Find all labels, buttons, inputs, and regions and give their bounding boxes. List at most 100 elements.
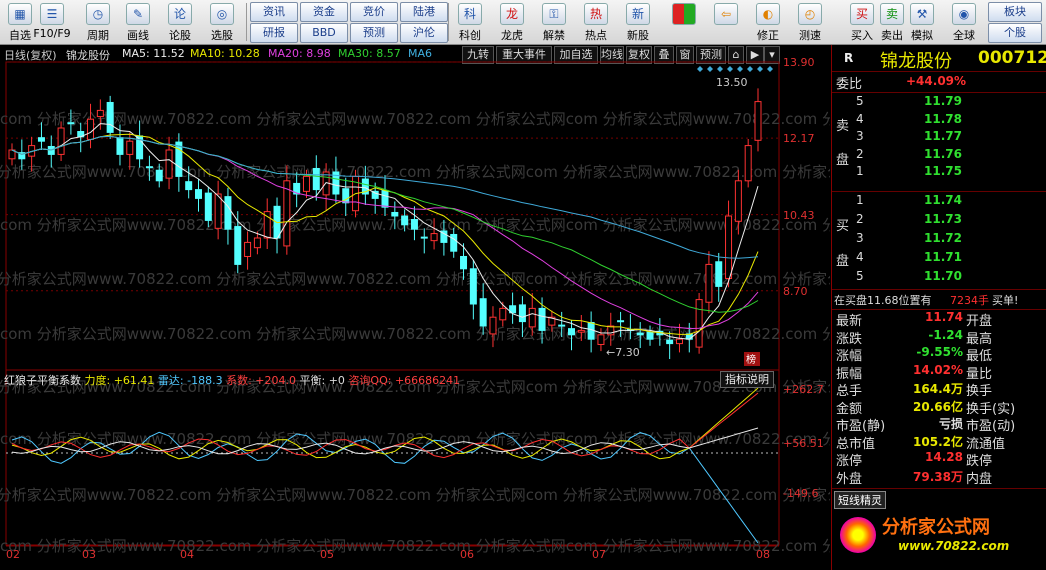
event-marker[interactable] (717, 66, 723, 72)
buy-price[interactable]: 11.71 (924, 250, 962, 264)
stat-label: 市盈(动) (966, 419, 1016, 434)
candle-body (410, 219, 418, 230)
candle-body (381, 189, 389, 208)
buy-price[interactable]: 11.73 (924, 212, 962, 226)
indicator-pane-border (5, 369, 780, 546)
buy-level: 4 (856, 250, 864, 264)
buy-price[interactable]: 11.72 (924, 231, 962, 245)
divider (832, 92, 1046, 93)
stat-label: 换手 (966, 384, 993, 399)
candle-body (244, 241, 252, 257)
candle-body (224, 196, 232, 230)
toolbar-globe-button[interactable]: ◉ 全球 (944, 0, 984, 44)
sell-price[interactable]: 11.75 (924, 164, 962, 178)
candle-body (391, 211, 399, 217)
month-label: 03 (82, 548, 96, 561)
candle-body (126, 140, 134, 155)
stat-label: 开盘 (966, 314, 993, 329)
buy-level: 2 (856, 212, 864, 226)
stat-value: 14.02% (913, 362, 963, 377)
candle-body (312, 167, 320, 191)
indicator-axis-label: +262.7 (783, 383, 824, 396)
sell-price[interactable]: 11.77 (924, 129, 962, 143)
candle-body (204, 192, 212, 221)
indicator-force: 力度: +61.41 (84, 374, 155, 387)
toolbar-label: 全球 (953, 29, 975, 42)
watermark-text: com 分析家公式网www.70822.com 分析家公式网www.70822.… (0, 163, 830, 181)
stat-value: 14.28 (925, 450, 963, 464)
month-label: 05 (320, 548, 334, 561)
buy-price[interactable]: 11.74 (924, 193, 962, 207)
candle-body (195, 189, 202, 199)
candle-body (155, 169, 163, 182)
weibi-value: +44.09% (906, 74, 967, 88)
candle-body (106, 101, 114, 133)
watermark-text: com 分析家公式网www.70822.com 分析家公式网www.70822.… (0, 325, 830, 343)
event-marker[interactable] (707, 66, 713, 72)
event-marker[interactable] (727, 66, 733, 72)
event-marker[interactable] (697, 66, 703, 72)
candle-body (87, 118, 95, 140)
month-label: 04 (180, 548, 194, 561)
candle-body (518, 304, 526, 323)
candle-body (754, 101, 762, 141)
sell-level: 3 (856, 129, 864, 143)
candle-body (734, 180, 742, 222)
candle-body (469, 268, 477, 305)
buy-level: 1 (856, 193, 864, 207)
price-axis-label: 10.43 (783, 208, 815, 222)
weibi-label: 委比 (836, 77, 863, 92)
stat-value: 105.2亿 (913, 434, 963, 449)
watermark-text: com 分析家公式网www.70822.com 分析家公式网www.70822.… (0, 537, 830, 555)
candle-body (37, 137, 45, 142)
sell-icon: 卖 (880, 3, 904, 25)
candle-body (558, 324, 566, 327)
indicator-help-button[interactable]: 指标说明 (720, 371, 774, 388)
sell-price[interactable]: 11.76 (924, 147, 962, 161)
globe-icon: ◉ (952, 3, 976, 25)
candle-body (96, 109, 104, 118)
candle-body (401, 215, 409, 226)
stat-label: 涨停 (836, 454, 863, 469)
month-label: 02 (6, 548, 20, 561)
candle-body (568, 328, 575, 336)
stat-value: 164.4万 (913, 382, 963, 396)
event-marker[interactable] (747, 66, 753, 72)
short-term-tab[interactable]: 短线精灵 (834, 491, 886, 509)
indicator-axis-label: +56.51 (783, 437, 824, 450)
indicator-axis-label: -149.6 (783, 487, 819, 500)
candle-body (175, 141, 183, 177)
stat-label: 市盈(静) (836, 419, 886, 434)
buy-price[interactable]: 11.70 (924, 269, 962, 283)
candle-body (675, 338, 683, 345)
stat-label: 流通值 (966, 436, 1006, 452)
stat-value: 79.38万 (913, 469, 963, 484)
toolbar-hammer-button[interactable]: ⚒ 模拟 (902, 0, 942, 44)
stat-label: 量比 (966, 366, 993, 382)
candle-body (587, 321, 595, 340)
month-label: 06 (460, 548, 474, 561)
sell-price[interactable]: 11.79 (924, 94, 962, 108)
toolbar-stock-button[interactable]: 个股 (988, 23, 1042, 43)
indicator-balance: 平衡: +0 (299, 374, 345, 387)
indicator-name: 红狼子平衡系数 (4, 374, 81, 387)
sell-price[interactable]: 11.78 (924, 112, 962, 126)
buy-label: 盘 (836, 254, 850, 269)
price-chart[interactable]: com 分析家公式网www.70822.com 分析家公式网www.70822.… (0, 0, 830, 570)
stat-label: 振幅 (836, 366, 863, 382)
candle-body (165, 149, 173, 179)
event-marker[interactable] (767, 66, 773, 72)
candle-body (695, 299, 703, 348)
stat-label: 总手 (836, 384, 863, 399)
event-marker[interactable] (737, 66, 743, 72)
candle-body (479, 298, 487, 327)
month-label: 08 (756, 548, 770, 561)
event-marker[interactable] (757, 66, 763, 72)
hammer-icon: ⚒ (910, 3, 934, 25)
candle-body (253, 237, 261, 249)
candle-body (460, 255, 468, 270)
stat-label: 外盘 (836, 471, 863, 487)
toolbar-sector-button[interactable]: 板块 (988, 2, 1042, 22)
divider (832, 71, 1046, 72)
price-axis-label: 12.17 (783, 132, 815, 146)
